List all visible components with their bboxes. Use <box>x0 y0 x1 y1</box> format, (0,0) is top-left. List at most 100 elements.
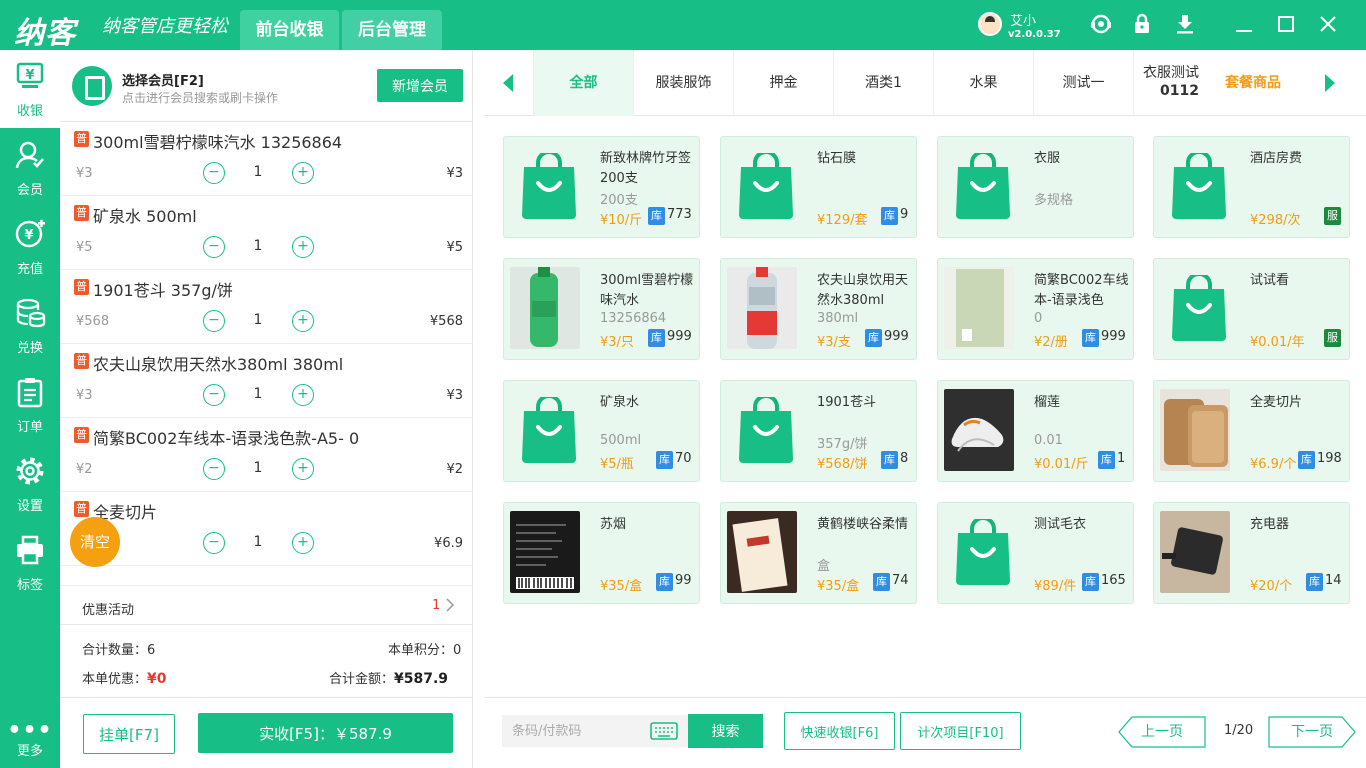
product-price: ¥35/盒 <box>600 579 643 594</box>
minimize-icon[interactable] <box>1232 12 1256 36</box>
qty-increase-button[interactable]: + <box>292 458 314 480</box>
maximize-icon[interactable] <box>1274 12 1298 36</box>
category-tab[interactable]: 测试一 <box>1033 50 1133 116</box>
product-name: 矿泉水 <box>600 395 640 410</box>
product-card[interactable]: 1901苍斗 357g/饼 ¥568/饼库 8 <box>720 380 917 482</box>
product-card[interactable]: 钻石膜 ¥129/套库 9 <box>720 136 917 238</box>
lock-icon[interactable] <box>1130 12 1154 36</box>
qty-increase-button[interactable]: + <box>292 532 314 554</box>
product-card[interactable]: 黄鹤楼峡谷柔情盒 ¥35/盒库 74 <box>720 502 917 604</box>
qty-decrease-button[interactable]: − <box>203 236 225 258</box>
cart-item[interactable]: 普 全麦切片 − 1 + ¥6.9 <box>60 492 473 566</box>
category-tab[interactable]: 押金 <box>733 50 833 116</box>
avatar[interactable] <box>978 12 1002 36</box>
qty-decrease-button[interactable]: − <box>203 458 225 480</box>
cart-item-price: ¥3 <box>76 388 93 403</box>
keyboard-icon[interactable] <box>650 722 678 740</box>
download-icon[interactable] <box>1173 12 1197 36</box>
product-card[interactable]: 简繁BC002车线本-语录浅色 0 ¥2/册库 999 <box>937 258 1134 360</box>
product-card[interactable]: 试试看 ¥0.01/年 服 <box>1153 258 1350 360</box>
product-name: 新致林牌竹牙签200支 <box>600 151 692 186</box>
category-tab[interactable]: 水果 <box>933 50 1033 116</box>
sidebar-item-cashier[interactable]: ¥ 收银 <box>0 50 60 128</box>
member-select-title: 选择会员[F2] <box>122 74 204 89</box>
qty-increase-button[interactable]: + <box>292 162 314 184</box>
add-member-button[interactable]: 新增会员 <box>377 69 463 102</box>
chevron-right-icon <box>446 598 455 612</box>
search-button[interactable]: 搜索 <box>688 714 763 748</box>
product-card[interactable]: 农夫山泉饮用天然水380ml 380ml ¥3/支库 999 <box>720 258 917 360</box>
qty-decrease-button[interactable]: − <box>203 384 225 406</box>
qty-decrease-button[interactable]: − <box>203 162 225 184</box>
user-name: 艾小 <box>1010 14 1037 29</box>
sidebar-item-member[interactable]: 会员 <box>0 129 60 207</box>
product-card[interactable]: 新致林牌竹牙签200支 200支 ¥10/斤库 773 <box>503 136 700 238</box>
product-card[interactable]: 300ml雪碧柠檬味汽水 13256864 ¥3/只库 999 <box>503 258 700 360</box>
sidebar-item-recharge[interactable]: ¥ 充值 <box>0 208 60 286</box>
cart-item[interactable]: 普 1901苍斗 357g/饼 ¥568 − 1 + ¥568 <box>60 270 473 344</box>
product-name: 测试毛衣 <box>1034 517 1087 532</box>
category-tab-package[interactable]: 套餐商品 <box>1203 50 1303 116</box>
tab-front-cashier[interactable]: 前台收银 <box>240 10 339 50</box>
cart-item-qty[interactable]: 1 <box>246 534 270 550</box>
product-spec: 380ml <box>817 311 859 326</box>
stock-badge: 库 <box>865 329 882 347</box>
qty-increase-button[interactable]: + <box>292 236 314 258</box>
category-next-button[interactable] <box>1306 50 1356 116</box>
promotions-row[interactable]: 优惠活动 1 <box>60 585 473 625</box>
category-prev-button[interactable] <box>484 50 534 116</box>
product-card[interactable]: 测试毛衣 ¥89/件库 165 <box>937 502 1134 604</box>
hold-order-button[interactable]: 挂单[F7] <box>83 714 175 754</box>
stock-count: 999 <box>667 329 692 344</box>
qty-decrease-button[interactable]: − <box>203 532 225 554</box>
stock-badge: 库 <box>1098 451 1115 469</box>
product-card[interactable]: 酒店房费 ¥298/次 服 <box>1153 136 1350 238</box>
count-items-button[interactable]: 计次项目[F10] <box>900 712 1021 750</box>
product-card[interactable]: 矿泉水 500ml ¥5/瓶 库 70 <box>503 380 700 482</box>
stock-badge: 库 <box>656 573 673 591</box>
cart-item[interactable]: 普 300ml雪碧柠檬味汽水 13256864 ¥3 − 1 + ¥3 <box>60 122 473 196</box>
shopping-bag-icon <box>739 153 793 219</box>
cart-item-qty[interactable]: 1 <box>246 312 270 328</box>
cart-item-qty[interactable]: 1 <box>246 460 270 476</box>
stock-count: 198 <box>1317 451 1342 466</box>
category-tab[interactable]: 衣服测试 0112 <box>1133 50 1203 116</box>
support-icon[interactable] <box>1089 12 1113 36</box>
cart-item-price: ¥2 <box>76 462 93 477</box>
qty-increase-button[interactable]: + <box>292 310 314 332</box>
next-page-button[interactable]: 下一页 <box>1268 716 1356 748</box>
promo-count: 1 <box>432 598 441 613</box>
qty-decrease-button[interactable]: − <box>203 310 225 332</box>
product-card[interactable]: 苏烟 ¥35/盒库 99 <box>503 502 700 604</box>
cart-item-qty[interactable]: 1 <box>246 164 270 180</box>
sidebar-item-label-print[interactable]: 标签 <box>0 524 60 602</box>
product-card[interactable]: 衣服 多规格 <box>937 136 1134 238</box>
cart-item[interactable]: 普 农夫山泉饮用天然水380ml 380ml ¥3 − 1 + ¥3 <box>60 344 473 418</box>
category-tab-all[interactable]: 全部 <box>533 50 633 116</box>
close-icon[interactable] <box>1316 12 1340 36</box>
checkout-button[interactable]: 实收[F5]：￥587.9 <box>198 713 453 753</box>
product-card[interactable]: 全麦切片 ¥6.9/个库 198 <box>1153 380 1350 482</box>
product-card[interactable]: 充电器 ¥20/个库 14 <box>1153 502 1350 604</box>
member-selector[interactable]: 选择会员[F2] 点击进行会员搜索或刷卡操作 新增会员 <box>60 50 473 122</box>
qty-increase-button[interactable]: + <box>292 384 314 406</box>
product-card[interactable]: 榴莲 0.01 ¥0.01/斤库 1 <box>937 380 1134 482</box>
stock-count: 14 <box>1325 573 1342 588</box>
cart-item[interactable]: 普 简繁BC002车线本-语录浅色款-A5- 0 ¥2 − 1 + ¥2 <box>60 418 473 492</box>
cart-item[interactable]: 普 矿泉水 500ml ¥5 − 1 + ¥5 <box>60 196 473 270</box>
stock-count: 1 <box>1117 451 1126 466</box>
product-price: ¥35/盒 <box>817 579 860 594</box>
category-tab[interactable]: 服装服饰 <box>633 50 733 116</box>
category-tab[interactable]: 酒类1 <box>833 50 933 116</box>
sidebar-item-settings[interactable]: 设置 <box>0 445 60 523</box>
quick-checkout-button[interactable]: 快速收银[F6] <box>784 712 895 750</box>
clear-cart-button[interactable]: 清空 <box>70 517 120 567</box>
sidebar-item-more[interactable]: ••• 更多 <box>0 720 60 760</box>
sidebar-item-exchange[interactable]: 兑换 <box>0 287 60 365</box>
tab-back-management[interactable]: 后台管理 <box>342 10 442 50</box>
stock-count: 165 <box>1101 573 1126 588</box>
cart-item-qty[interactable]: 1 <box>246 386 270 402</box>
cart-item-qty[interactable]: 1 <box>246 238 270 254</box>
sidebar-item-order[interactable]: 订单 <box>0 366 60 444</box>
prev-page-button[interactable]: 上一页 <box>1118 716 1206 748</box>
